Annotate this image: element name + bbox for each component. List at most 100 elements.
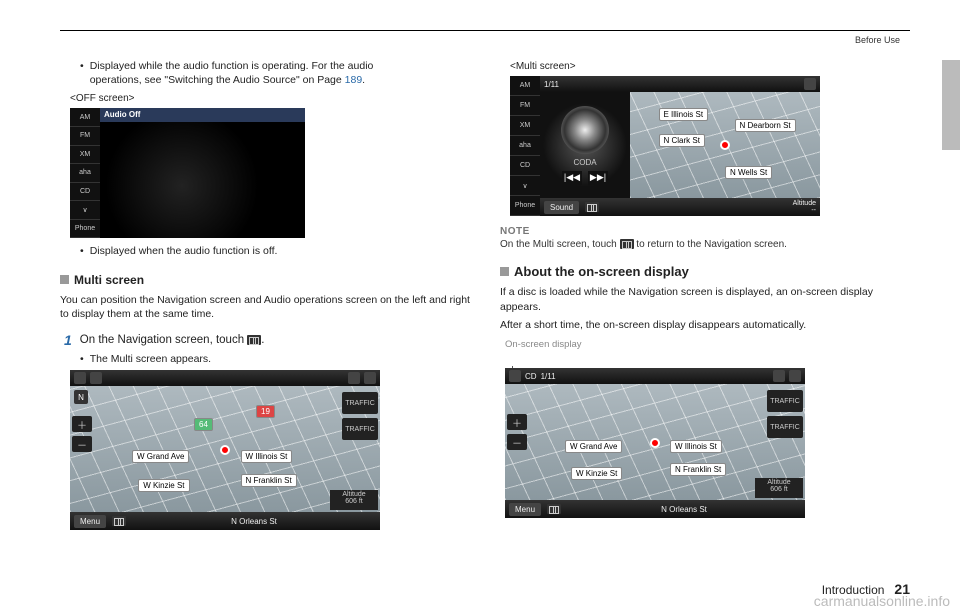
status-icon	[74, 372, 86, 384]
vehicle-position-icon	[650, 438, 660, 448]
exit-badge: 19	[256, 405, 275, 418]
traffic-widget[interactable]: TRAFFIC	[767, 416, 803, 438]
bullet-text: Displayed when the audio function is off…	[90, 244, 278, 258]
bullet-dot-icon	[80, 59, 84, 87]
figure-osd: CD 1/11 3'19" ＋ － TRAFFIC TRAFFIC W Gran…	[505, 368, 805, 518]
src-phone[interactable]: Phone	[70, 220, 100, 239]
nav-topbar	[70, 370, 380, 386]
watermark: carmanualsonline.info	[814, 593, 950, 609]
src-more[interactable]: ∨	[510, 176, 540, 196]
audio-source-sidebar: AM FM XM aha CD ∨ Phone	[70, 108, 100, 238]
src-am[interactable]: AM	[70, 108, 100, 127]
zoom-in-button[interactable]: ＋	[507, 414, 527, 430]
src-xm[interactable]: XM	[510, 116, 540, 136]
street-callout: W Grand Ave	[132, 450, 189, 463]
period: .	[362, 74, 365, 86]
bullet-dot-icon	[80, 244, 84, 258]
route-badge: 64	[194, 418, 213, 431]
src-am[interactable]: AM	[510, 76, 540, 96]
altitude-value: 606 ft	[755, 486, 803, 493]
section-title-about: About the on-screen display	[514, 264, 689, 279]
multi-screen-icon[interactable]	[547, 504, 561, 514]
src-aha[interactable]: aha	[70, 164, 100, 183]
src-more[interactable]: ∨	[70, 201, 100, 220]
single-screen-icon	[620, 239, 634, 249]
header-section: Before Use	[60, 35, 910, 45]
street-callout: W Illinois St	[670, 440, 722, 453]
play-controls: |◀◀ ▶▶|	[562, 171, 608, 185]
src-cd[interactable]: CD	[70, 183, 100, 202]
street-callout: E Illinois St	[659, 108, 709, 121]
figure-off-screen: AM FM XM aha CD ∨ Phone Audio Off	[70, 108, 305, 238]
src-cd[interactable]: CD	[510, 156, 540, 176]
note-body: On the Multi screen, touch to return to …	[500, 239, 910, 250]
page-footer: Introduction 21	[50, 581, 910, 597]
menu-button[interactable]: Menu	[509, 503, 541, 516]
section-title-multi: Multi screen	[74, 273, 144, 287]
header-rule	[60, 30, 910, 31]
audio-off-body	[100, 122, 305, 238]
section-head-about: About the on-screen display	[500, 264, 910, 279]
bullet-text: Displayed while the audio function is op…	[90, 59, 374, 87]
figure-nav-screen: N ＋ － TRAFFIC TRAFFIC 64 19 W Grand Ave …	[70, 370, 380, 530]
note-body-a: On the Multi screen, touch	[500, 239, 620, 250]
content-columns: Displayed while the audio function is op…	[60, 55, 910, 536]
figure-multi-screen: AM FM XM aha CD ∨ Phone 1/11 3'19" CODA …	[510, 76, 820, 216]
bullet-dot-icon	[80, 352, 84, 366]
src-fm[interactable]: FM	[510, 96, 540, 116]
multi-screen-icon[interactable]	[112, 516, 126, 526]
zoom-out-button[interactable]: －	[72, 436, 92, 452]
bullet-audio-off: Displayed when the audio function is off…	[80, 244, 470, 258]
step-text-a: On the Navigation screen, touch	[80, 334, 248, 346]
street-callout: W Kinzie St	[138, 479, 189, 492]
src-aha[interactable]: aha	[510, 136, 540, 156]
about-p1: If a disc is loaded while the Navigation…	[500, 285, 910, 314]
compass-icon[interactable]: N	[74, 390, 88, 404]
page-reference-link[interactable]: 189	[345, 74, 363, 86]
src-xm[interactable]: XM	[70, 146, 100, 165]
sound-button[interactable]: Sound	[544, 201, 579, 214]
street-callout: W Illinois St	[241, 450, 293, 463]
single-screen-icon[interactable]	[585, 202, 599, 212]
off-screen-label: <OFF screen>	[70, 93, 470, 104]
osd-topbar: CD 1/11	[505, 368, 805, 384]
left-column: Displayed while the audio function is op…	[60, 55, 470, 536]
traffic-widget[interactable]: TRAFFIC	[342, 392, 378, 414]
menu-button[interactable]: Menu	[74, 515, 106, 528]
cd-icon	[509, 370, 521, 382]
zoom-out-button[interactable]: －	[507, 434, 527, 450]
src-fm[interactable]: FM	[70, 127, 100, 146]
street-callout: W Grand Ave	[565, 440, 622, 453]
about-p2: After a short time, the on-screen displa…	[500, 318, 910, 333]
right-column: <Multi screen> AM FM XM aha CD ∨ Phone 1…	[500, 55, 910, 536]
status-icon	[804, 78, 816, 90]
street-callout: W Kinzie St	[571, 467, 622, 480]
osd-source: CD	[525, 372, 537, 381]
altitude-label: Altitude	[755, 479, 803, 486]
thumb-tab	[942, 60, 960, 150]
status-icon	[348, 372, 360, 384]
src-phone[interactable]: Phone	[510, 196, 540, 216]
next-track-button[interactable]: ▶▶|	[588, 171, 608, 185]
vehicle-position-icon	[720, 140, 730, 150]
street-callout: N Clark St	[659, 134, 705, 147]
section-square-icon	[500, 267, 509, 276]
street-callout: N Dearborn St	[735, 119, 796, 132]
multi-map-panel[interactable]: E Illinois St N Dearborn St N Clark St N…	[630, 92, 820, 198]
bullet-line1: Displayed while the audio function is op…	[90, 60, 374, 72]
status-icon	[90, 372, 102, 384]
vehicle-position-icon	[220, 445, 230, 455]
traffic-widget[interactable]: TRAFFIC	[767, 390, 803, 412]
status-icon	[789, 370, 801, 382]
prev-track-button[interactable]: |◀◀	[562, 171, 582, 185]
current-street: N Orleans St	[567, 505, 801, 514]
traffic-widget[interactable]: TRAFFIC	[342, 418, 378, 440]
note-heading: NOTE	[500, 226, 910, 237]
altitude-box: Altitude --	[793, 200, 816, 214]
track-index: 1/11	[544, 80, 559, 89]
bullet-text: The Multi screen appears.	[90, 352, 211, 366]
osd-caption: On-screen display	[505, 339, 910, 350]
street-callout: N Franklin St	[241, 474, 297, 487]
multi-screen-icon	[247, 335, 261, 345]
zoom-in-button[interactable]: ＋	[72, 416, 92, 432]
